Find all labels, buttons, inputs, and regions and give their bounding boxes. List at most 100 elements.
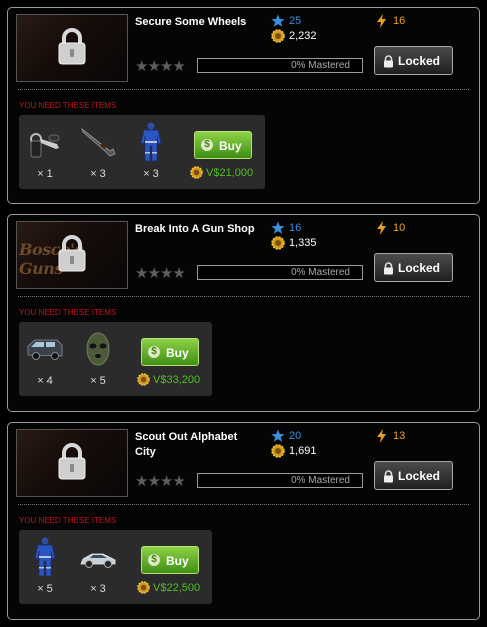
mission-thumbnail bbox=[16, 14, 128, 82]
price-value: V$21,000 bbox=[206, 167, 254, 179]
mission-thumbnail bbox=[16, 429, 128, 497]
mission-title: Secure Some Wheels bbox=[135, 16, 247, 28]
mastery-star-icon: ★ bbox=[172, 473, 185, 490]
required-items-heading: YOU NEED THESE ITEMS bbox=[19, 101, 117, 110]
experience-value: 25 bbox=[289, 15, 302, 27]
mastery-star-icon: ★ bbox=[147, 473, 160, 490]
locked-label: Locked bbox=[398, 469, 441, 483]
cash-value: 1,335 bbox=[289, 237, 317, 249]
mastery-star-icon: ★ bbox=[135, 473, 148, 490]
required-item: × 5 bbox=[23, 530, 67, 604]
mastery-star-icon: ★ bbox=[172, 58, 185, 75]
energy-value: 13 bbox=[393, 430, 406, 442]
experience-value: 20 bbox=[289, 430, 302, 442]
buy-button[interactable]: $ Buy bbox=[194, 131, 252, 159]
required-items-panel: × 4 × 5 $ Buy V$33,200 bbox=[19, 322, 212, 396]
mission-title: Scout Out Alphabet City bbox=[135, 431, 238, 458]
mastery-star-icon: ★ bbox=[135, 58, 148, 75]
mastery-star-icon: ★ bbox=[172, 265, 185, 282]
experience-value: 16 bbox=[289, 222, 302, 234]
mastery-star-icon: ★ bbox=[147, 265, 160, 282]
currency-gear-icon bbox=[190, 166, 203, 179]
item-quantity: × 1 bbox=[37, 168, 53, 180]
buy-button[interactable]: $ Buy bbox=[141, 338, 199, 366]
required-item: × 3 bbox=[76, 530, 120, 604]
buy-label: Buy bbox=[166, 346, 189, 360]
mastery-star-icon: ★ bbox=[135, 265, 148, 282]
jumpsuit-icon bbox=[133, 121, 169, 163]
card-divider bbox=[18, 89, 469, 90]
padlock-small-icon bbox=[384, 55, 393, 68]
required-items-heading: YOU NEED THESE ITEMS bbox=[19, 516, 117, 525]
cash-value: 2,232 bbox=[289, 30, 317, 42]
mastery-label: 0% Mastered bbox=[291, 475, 350, 486]
required-items-heading: YOU NEED THESE ITEMS bbox=[19, 308, 117, 317]
required-items-panel: × 1 × 3 × 3 $ Buy V$21,000 bbox=[19, 115, 265, 189]
dollar-coin-icon: $ bbox=[201, 139, 213, 151]
energy-bolt-icon bbox=[377, 14, 386, 28]
mastery-star-icon: ★ bbox=[159, 58, 173, 75]
mastery-label: 0% Mastered bbox=[291, 60, 350, 71]
locked-button[interactable]: Locked bbox=[374, 46, 453, 75]
padlock-small-icon bbox=[384, 262, 393, 275]
experience-star-icon bbox=[271, 221, 285, 234]
mission-card: Bosco's Guns Break Into A Gun Shop 16 1,… bbox=[7, 214, 480, 412]
currency-gear-icon bbox=[137, 581, 150, 594]
dollar-coin-icon: $ bbox=[148, 346, 160, 358]
ski-mask-icon bbox=[80, 328, 116, 370]
cash-gear-icon bbox=[271, 444, 285, 458]
mastery-stars: ★★★★ bbox=[135, 57, 186, 75]
energy-value: 10 bbox=[393, 222, 406, 234]
item-quantity: × 3 bbox=[90, 168, 106, 180]
mission-thumbnail: Bosco's Guns bbox=[16, 221, 128, 289]
required-item: × 5 bbox=[76, 322, 120, 396]
mastery-star-icon: ★ bbox=[159, 265, 173, 282]
mission-card: Secure Some Wheels 25 2,232 16 ★★★★ 0% M… bbox=[7, 7, 480, 204]
buy-label: Buy bbox=[219, 139, 242, 153]
energy-bolt-icon bbox=[377, 221, 386, 235]
mastery-label: 0% Mastered bbox=[291, 267, 350, 278]
locked-label: Locked bbox=[398, 54, 441, 68]
cash-gear-icon bbox=[271, 29, 285, 43]
locked-label: Locked bbox=[398, 261, 441, 275]
dollar-coin-icon: $ bbox=[148, 554, 160, 566]
price-value: V$22,500 bbox=[153, 582, 201, 594]
mastery-bar: 0% Mastered bbox=[197, 265, 363, 280]
card-divider bbox=[18, 296, 469, 297]
card-divider bbox=[18, 504, 469, 505]
experience-star-icon bbox=[271, 14, 285, 27]
buy-label: Buy bbox=[166, 554, 189, 568]
cash-value: 1,691 bbox=[289, 445, 317, 457]
energy-value: 16 bbox=[393, 15, 406, 27]
jumpsuit-icon bbox=[27, 536, 63, 578]
sports-car-icon bbox=[80, 536, 116, 578]
energy-bolt-icon bbox=[377, 429, 386, 443]
item-quantity: × 4 bbox=[37, 375, 53, 387]
mission-card: Scout Out Alphabet City 20 1,691 13 ★★★★… bbox=[7, 422, 480, 620]
padlock-small-icon bbox=[384, 470, 393, 483]
padlock-icon bbox=[58, 28, 86, 65]
buy-button[interactable]: $ Buy bbox=[141, 546, 199, 574]
item-quantity: × 5 bbox=[37, 583, 53, 595]
required-item: × 3 bbox=[76, 115, 120, 189]
padlock-icon bbox=[58, 443, 86, 480]
mastery-bar: 0% Mastered bbox=[197, 58, 363, 73]
van-icon bbox=[27, 328, 63, 370]
required-item: × 3 bbox=[129, 115, 173, 189]
cash-gear-icon bbox=[271, 236, 285, 250]
currency-gear-icon bbox=[137, 373, 150, 386]
locked-button[interactable]: Locked bbox=[374, 461, 453, 490]
required-items-panel: × 5 × 3 $ Buy V$22,500 bbox=[19, 530, 212, 604]
car-keys-icon bbox=[27, 121, 63, 163]
required-item: × 1 bbox=[23, 115, 67, 189]
required-item: × 4 bbox=[23, 322, 67, 396]
item-quantity: × 3 bbox=[143, 168, 159, 180]
mastery-star-icon: ★ bbox=[159, 473, 173, 490]
mastery-stars: ★★★★ bbox=[135, 472, 186, 490]
item-quantity: × 5 bbox=[90, 375, 106, 387]
shotgun-icon bbox=[80, 121, 116, 163]
item-quantity: × 3 bbox=[90, 583, 106, 595]
mission-title: Break Into A Gun Shop bbox=[135, 223, 255, 235]
locked-button[interactable]: Locked bbox=[374, 253, 453, 282]
price-value: V$33,200 bbox=[153, 374, 201, 386]
